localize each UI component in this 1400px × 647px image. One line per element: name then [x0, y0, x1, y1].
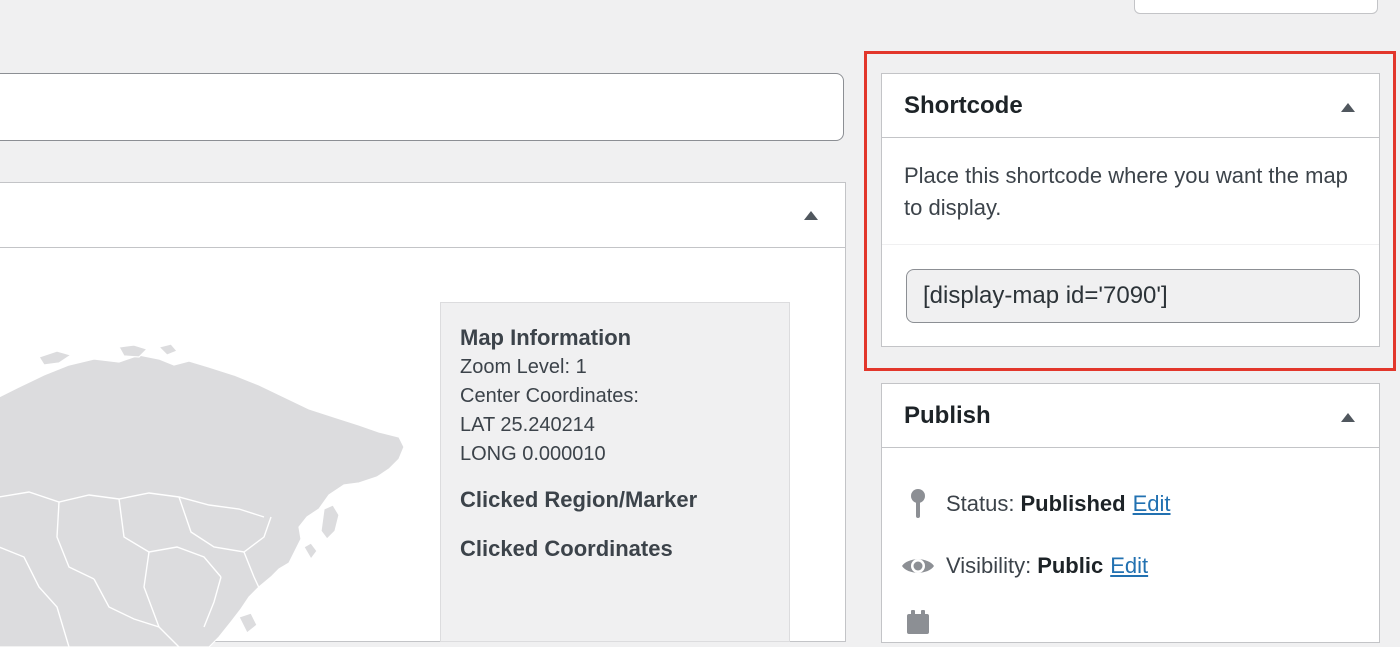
status-label: Status:	[946, 491, 1015, 516]
collapse-toggle-icon[interactable]	[804, 211, 818, 220]
visibility-value: Public	[1037, 553, 1104, 578]
world-map[interactable]	[0, 247, 439, 647]
calendar-icon	[900, 608, 936, 636]
pin-icon	[900, 488, 936, 520]
visibility-row: Visibility: Public Edit	[900, 550, 1148, 582]
highlight-frame	[864, 51, 1396, 371]
clicked-region-heading: Clicked Region/Marker	[460, 487, 698, 512]
world-map-svg[interactable]	[0, 247, 439, 647]
triangle-up-icon[interactable]	[1341, 413, 1355, 422]
post-title-input[interactable]	[0, 73, 844, 141]
publish-metabox-header[interactable]: Publish	[882, 384, 1379, 448]
center-coordinates-label: Center Coordinates:	[460, 385, 639, 407]
schedule-row	[900, 606, 946, 638]
map-information-heading: Map Information	[460, 325, 632, 350]
publish-title: Publish	[904, 402, 991, 429]
visibility-edit-link[interactable]: Edit	[1110, 553, 1148, 579]
zoom-level-text: Zoom Level: 1	[460, 356, 587, 378]
latitude-value: LAT 25.240214	[460, 414, 595, 436]
eye-icon	[900, 554, 936, 578]
status-value: Published	[1020, 491, 1126, 516]
clicked-coordinates-heading: Clicked Coordinates	[460, 536, 673, 561]
map-information-panel: Map Information Zoom Level: 1 Center Coo…	[440, 302, 790, 642]
publish-metabox: Publish Status: Published Edit Visibilit…	[881, 383, 1380, 643]
visibility-label: Visibility:	[946, 553, 1032, 578]
screen-options-button[interactable]	[1134, 0, 1378, 14]
status-row: Status: Published Edit	[900, 488, 1171, 520]
longitude-value: LONG 0.000010	[460, 443, 606, 465]
map-metabox-header	[0, 183, 845, 248]
status-edit-link[interactable]: Edit	[1133, 491, 1171, 517]
